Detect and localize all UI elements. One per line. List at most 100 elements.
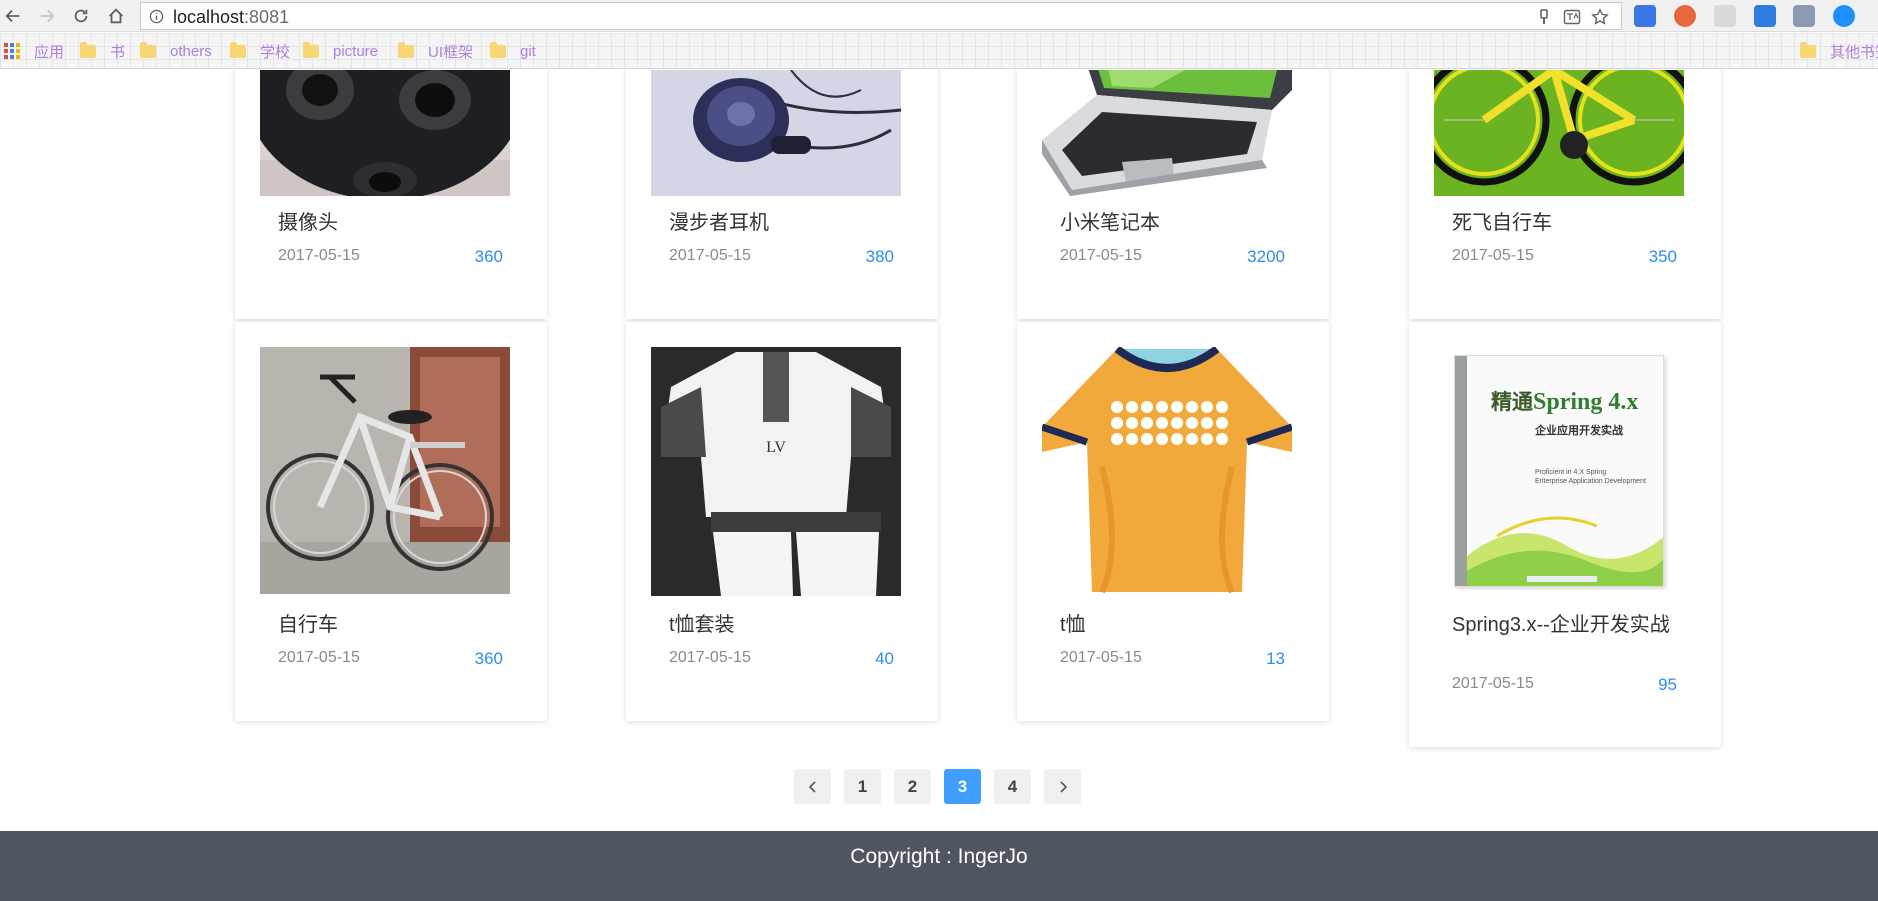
arrow-right-icon	[40, 9, 55, 23]
product-title[interactable]: Spring3.x--企业开发实战	[1452, 612, 1684, 638]
book-subtitle: 企业应用开发实战	[1535, 425, 1623, 437]
product-price: 360	[474, 649, 503, 668]
key-icon[interactable]	[1535, 8, 1553, 26]
book-english-line-1: Proficient in 4.X Spring	[1535, 469, 1607, 476]
prev-page-button[interactable]	[794, 769, 831, 804]
book-cover-image[interactable]: 精通Spring 4.x 企业应用开发实战 Proficient in 4.X …	[1434, 350, 1684, 590]
folder-icon	[230, 41, 246, 58]
folder-icon	[1800, 41, 1816, 58]
product-title[interactable]: t恤	[1060, 612, 1292, 638]
product-title[interactable]: 漫步者耳机	[669, 210, 901, 236]
product-card[interactable]: 自行车 2017-05-15 360	[235, 322, 547, 721]
product-date: 2017-05-15	[1060, 649, 1142, 666]
page-footer: Copyright : IngerJo	[0, 831, 1878, 901]
book-wave-art	[1467, 516, 1663, 586]
product-date: 2017-05-15	[669, 649, 751, 666]
page-button-1[interactable]: 1	[844, 769, 881, 804]
product-card[interactable]: LV t恤套装 2017-05-15 40	[626, 322, 938, 721]
bookmark-label: 应用	[34, 43, 65, 61]
product-card[interactable]: 小米笔记本 2017-05-15 3200	[1017, 70, 1329, 319]
reload-icon	[74, 9, 88, 23]
bookmark-folder-other-bookmarks[interactable]: 其他书签	[1800, 41, 1878, 61]
translate-icon[interactable]	[1563, 8, 1581, 26]
product-title[interactable]: 小米笔记本	[1060, 210, 1292, 236]
bookmark-label: others	[170, 42, 212, 60]
star-icon[interactable]	[1591, 8, 1609, 26]
product-price: 350	[1648, 247, 1677, 266]
bookmark-label: 书	[110, 43, 126, 61]
product-title[interactable]: t恤套装	[669, 612, 901, 638]
bicycle-image[interactable]	[260, 347, 510, 594]
bookmark-apps[interactable]: 应用	[4, 41, 64, 61]
home-icon	[109, 8, 123, 24]
product-card[interactable]: 精通Spring 4.x 企业应用开发实战 Proficient in 4.X …	[1409, 322, 1721, 747]
product-title[interactable]: 摄像头	[278, 210, 510, 236]
bookmark-folder-ui-framework[interactable]: UI框架	[398, 41, 473, 61]
url-host: localhost	[173, 7, 245, 27]
product-price: 360	[474, 247, 503, 266]
page-button-4[interactable]: 4	[994, 769, 1031, 804]
chevron-left-icon	[808, 780, 816, 793]
next-page-button[interactable]	[1044, 769, 1081, 804]
bookmark-folder-school[interactable]: 学校	[230, 41, 290, 61]
back-button[interactable]	[0, 3, 26, 29]
bookmark-label: picture	[333, 42, 379, 60]
product-price: 3200	[1247, 247, 1285, 266]
product-card[interactable]: 死飞自行车 2017-05-15 350	[1409, 70, 1721, 319]
folder-icon	[490, 41, 506, 58]
bookmark-folder-git[interactable]: git	[490, 41, 536, 61]
forward-button[interactable]	[34, 3, 60, 29]
chevron-right-icon	[1059, 780, 1067, 793]
address-bar[interactable]: localhost:8081	[140, 2, 1622, 30]
download-extension-icon[interactable]	[1793, 5, 1815, 27]
arrow-left-icon	[5, 9, 20, 23]
extension-orange-icon[interactable]	[1674, 5, 1696, 27]
url-text[interactable]: localhost:8081	[173, 7, 289, 28]
folder-icon	[80, 41, 96, 58]
book-title: 精通Spring 4.x	[1491, 389, 1639, 415]
product-card[interactable]: 摄像头 2017-05-15 360	[235, 70, 547, 319]
folder-icon	[303, 41, 319, 58]
extension-gray-icon[interactable]	[1714, 5, 1736, 27]
fixie-bike-image[interactable]	[1434, 70, 1684, 196]
url-port: :8081	[244, 7, 290, 27]
product-list-page: 摄像头 2017-05-15 360 漫步者耳机 2017-05-15 380	[0, 70, 1878, 831]
pagination: 1 2 3 4	[0, 769, 1878, 805]
tshirt-image[interactable]	[1042, 347, 1292, 596]
bookmark-label: git	[520, 42, 536, 60]
book-cover: 精通Spring 4.x 企业应用开发实战 Proficient in 4.X …	[1454, 355, 1664, 587]
page-button-2[interactable]: 2	[894, 769, 931, 804]
product-card[interactable]: 漫步者耳机 2017-05-15 380	[626, 70, 938, 319]
info-icon[interactable]	[149, 9, 164, 24]
laptop-image[interactable]	[1042, 70, 1292, 196]
product-title[interactable]: 自行车	[278, 612, 510, 638]
camera-image[interactable]	[260, 70, 510, 196]
product-date: 2017-05-15	[278, 649, 360, 666]
reload-button[interactable]	[68, 3, 94, 29]
book-spine	[1455, 356, 1467, 586]
product-card[interactable]: t恤 2017-05-15 13	[1017, 322, 1329, 721]
bookmark-folder-picture[interactable]: picture	[303, 41, 378, 61]
book-english-line-2: Enterprise Application Development	[1535, 478, 1646, 485]
product-date: 2017-05-15	[278, 247, 360, 264]
bookmark-folder-others[interactable]: others	[140, 41, 212, 61]
home-button[interactable]	[103, 3, 129, 29]
extension-share-icon[interactable]	[1754, 5, 1776, 27]
product-price: 95	[1658, 675, 1677, 694]
google-translate-extension-icon[interactable]	[1634, 5, 1656, 27]
product-date: 2017-05-15	[669, 247, 751, 264]
tshirt-set-image[interactable]: LV	[651, 347, 901, 596]
extension-blue-icon[interactable]	[1833, 5, 1855, 27]
bookmark-label: 其他书签	[1830, 43, 1878, 61]
copyright-text: Copyright : IngerJo	[850, 845, 1028, 868]
product-title[interactable]: 死飞自行车	[1452, 210, 1684, 236]
apps-icon	[4, 43, 20, 59]
browser-toolbar: localhost:8081	[0, 0, 1878, 32]
product-date: 2017-05-15	[1060, 247, 1142, 264]
headphones-image[interactable]	[651, 70, 901, 196]
page-button-3-current[interactable]: 3	[944, 769, 981, 804]
product-price: 40	[875, 649, 894, 668]
bookmarks-bar: 应用 书 others 学校 picture UI框架 git 其他书签	[0, 33, 1878, 69]
product-price: 380	[865, 247, 894, 266]
bookmark-folder-books[interactable]: 书	[80, 41, 125, 61]
